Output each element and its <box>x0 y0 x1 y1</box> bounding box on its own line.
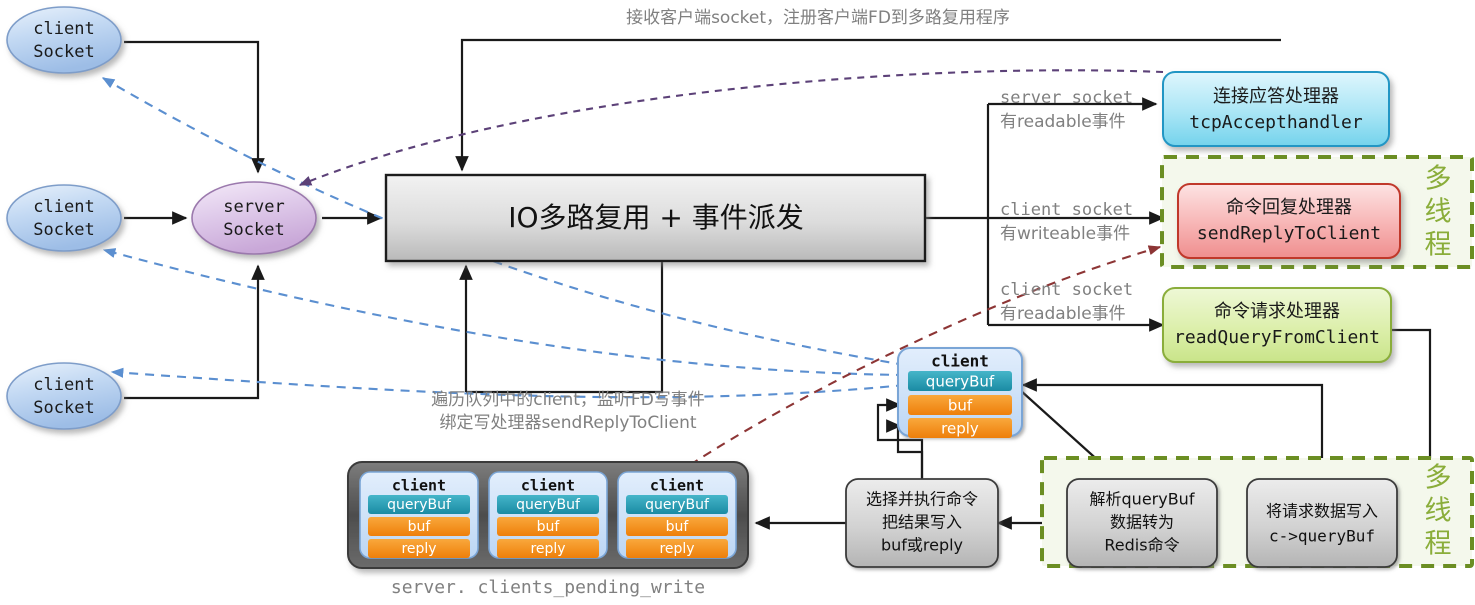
process-box-parse-line2: 数据转为 <box>1110 513 1174 532</box>
pending-card-3-querybuf: queryBuf <box>645 497 710 513</box>
mid-note: 遍历队列中的client，监听FD写事件 绑定写处理器sendReplyToCl… <box>431 390 705 433</box>
diagram-canvas: client Socket client Socket client Socke… <box>0 0 1475 605</box>
multithread-label-top-1: 多 <box>1425 164 1452 195</box>
pending-card-2-title: client <box>521 477 575 495</box>
event-label-1-line2: 有readable事件 <box>1000 112 1126 132</box>
client-struct-field-reply: reply <box>941 420 979 438</box>
process-box-write-querybuf[interactable]: 将请求数据写入 c->queryBuf <box>1246 478 1398 568</box>
client-socket-2-line2: Socket <box>33 220 94 240</box>
pending-card-2[interactable]: client queryBuf buf reply <box>488 471 608 559</box>
pending-card-1-reply: reply <box>401 541 436 557</box>
multithread-label-bottom-3: 程 <box>1425 529 1452 560</box>
process-box-parse-line3: Redis命令 <box>1104 536 1179 555</box>
process-box-exec-line2: 把结果写入 <box>882 513 962 532</box>
client-struct-field-buf: buf <box>948 397 973 415</box>
process-box-parse[interactable]: 解析queryBuf 数据转为 Redis命令 <box>1066 478 1218 568</box>
handler-tcp-accept-fn: tcpAccepthandler <box>1189 112 1363 133</box>
mid-note-line2: 绑定写处理器sendReplyToClient <box>439 413 696 433</box>
pending-card-2-reply: reply <box>530 541 565 557</box>
process-box-exec-line3: buf或reply <box>881 536 963 555</box>
edge-exec-branch <box>910 450 924 479</box>
server-socket[interactable]: server Socket <box>191 181 317 255</box>
pending-card-3-buf: buf <box>666 519 690 535</box>
server-socket-line1: server <box>223 197 284 217</box>
handler-send-reply-fn: sendReplyToClient <box>1197 223 1381 244</box>
multithread-label-top: 多 线 程 <box>1425 164 1452 261</box>
io-multiplex-box[interactable]: IO多路复用 + 事件派发 <box>384 173 927 263</box>
pending-card-1-title: client <box>392 477 446 495</box>
event-label-3-line1: client socket <box>1000 280 1133 300</box>
event-label-2-line2: 有writeable事件 <box>1000 224 1130 244</box>
client-socket-3-line1: client <box>33 375 94 395</box>
pending-card-3-title: client <box>650 477 704 495</box>
client-socket-2-line1: client <box>33 197 94 217</box>
clients-pending-write[interactable]: client queryBuf buf reply client queryBu… <box>347 461 749 569</box>
server-socket-line2: Socket <box>223 220 284 240</box>
client-socket-2[interactable]: client Socket <box>6 184 122 252</box>
client-socket-1-line1: client <box>33 19 94 39</box>
process-box-exec[interactable]: 选择并执行命令 把结果写入 buf或reply <box>845 478 999 568</box>
client-struct-field-querybuf: queryBuf <box>926 373 995 391</box>
multithread-label-top-3: 程 <box>1425 230 1452 261</box>
client-socket-1[interactable]: client Socket <box>6 6 122 74</box>
process-box-write-querybuf-line1: 将请求数据写入 <box>1266 502 1378 521</box>
handler-send-reply[interactable]: 命令回复处理器 sendReplyToClient <box>1177 183 1401 259</box>
io-multiplex-label: IO多路复用 + 事件派发 <box>508 201 804 234</box>
handler-read-query-fn: readQueryFromClient <box>1174 327 1380 348</box>
edge-pendingwrite-horizontal <box>466 262 664 394</box>
mid-note-line1: 遍历队列中的client，监听FD写事件 <box>431 390 705 410</box>
pending-card-3[interactable]: client queryBuf buf reply <box>617 471 737 559</box>
pending-write-caption: server. clients_pending_write <box>391 577 705 598</box>
edge-client1-to-server <box>124 40 265 174</box>
edge-register-fd-to-mainbox <box>455 38 1281 172</box>
multithread-label-bottom-1: 多 <box>1425 463 1452 494</box>
event-label-3: client socket 有readable事件 <box>1000 280 1133 324</box>
client-struct[interactable]: client queryBuf buf reply <box>897 347 1023 438</box>
client-socket-3-line2: Socket <box>33 398 94 418</box>
pending-card-1-querybuf: queryBuf <box>387 497 452 513</box>
diagram-svg: client Socket client Socket client Socke… <box>6 6 1474 598</box>
client-socket-3[interactable]: client Socket <box>6 362 122 430</box>
process-box-exec-line1: 选择并执行命令 <box>866 490 978 509</box>
handler-send-reply-cn: 命令回复处理器 <box>1226 197 1352 218</box>
handler-tcp-accept-cn: 连接应答处理器 <box>1213 86 1339 107</box>
pending-card-1-buf: buf <box>408 519 432 535</box>
handler-read-query-cn: 命令请求处理器 <box>1214 301 1340 322</box>
multithread-label-top-2: 线 <box>1425 197 1452 228</box>
pending-card-3-reply: reply <box>659 541 694 557</box>
process-box-parse-line1: 解析queryBuf <box>1090 490 1195 509</box>
edge-client3-to-server <box>124 264 265 400</box>
handler-read-query[interactable]: 命令请求处理器 readQueryFromClient <box>1162 287 1392 363</box>
event-label-2: client socket 有writeable事件 <box>1000 200 1133 244</box>
event-label-3-line2: 有readable事件 <box>1000 304 1126 324</box>
pending-card-2-buf: buf <box>537 519 561 535</box>
event-label-1-line1: server socket <box>1000 88 1133 108</box>
multithread-label-bottom-2: 线 <box>1425 496 1452 527</box>
client-struct-title: client <box>931 352 989 371</box>
top-note-label: 接收客户端socket，注册客户端FD到多路复用程序 <box>626 8 1010 28</box>
event-label-2-line1: client socket <box>1000 200 1133 220</box>
event-label-1: server socket 有readable事件 <box>1000 88 1133 132</box>
client-socket-1-line2: Socket <box>33 42 94 62</box>
pending-card-2-querybuf: queryBuf <box>516 497 581 513</box>
handler-tcp-accept[interactable]: 连接应答处理器 tcpAccepthandler <box>1162 71 1390 147</box>
multithread-label-bottom: 多 线 程 <box>1425 463 1452 560</box>
edge-reply-to-client2 <box>102 248 906 377</box>
pending-card-1[interactable]: client queryBuf buf reply <box>359 471 479 559</box>
process-box-write-querybuf-line2: c->queryBuf <box>1269 527 1375 546</box>
